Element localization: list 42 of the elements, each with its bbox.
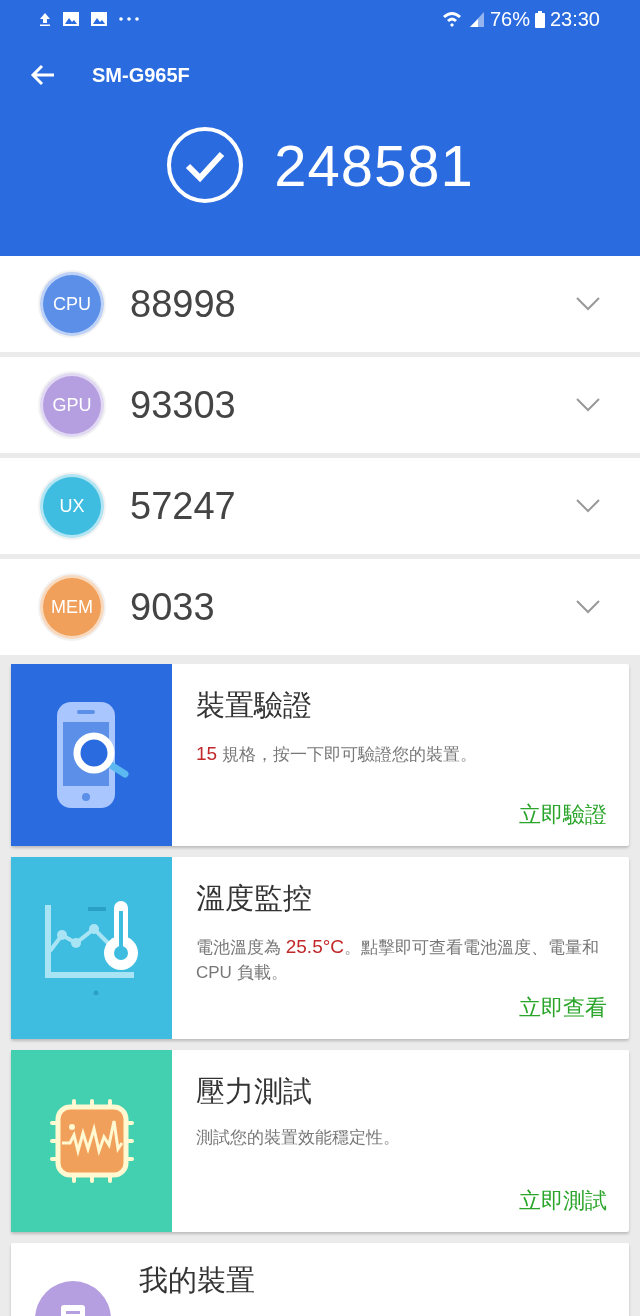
image-icon <box>90 11 108 27</box>
category-badge: MEM <box>40 575 104 639</box>
card-description: 測試您的裝置效能穩定性。 <box>196 1127 400 1149</box>
feature-card[interactable]: 我的裝置 <box>11 1243 629 1316</box>
chart-thermometer-icon <box>43 901 140 995</box>
more-icon <box>118 16 140 22</box>
category-badge: CPU <box>40 272 104 336</box>
device-icon <box>35 1281 111 1316</box>
expand-chevron-icon[interactable] <box>576 600 600 614</box>
score-value: 93303 <box>130 383 237 427</box>
score-value: 57247 <box>130 484 237 528</box>
score-row[interactable]: MEM 9033 <box>0 559 640 655</box>
feature-card[interactable]: 溫度監控 電池溫度為 25.5°C。點擊即可查看電池溫度、電量和 CPU 負載。 立即查看 <box>11 857 629 1039</box>
card-title: 壓力測試 <box>196 1074 312 1109</box>
expand-chevron-icon[interactable] <box>576 398 600 412</box>
card-description: 電池溫度為 25.5°C。點擊即可查看電池溫度、電量和 CPU 負載。 <box>196 935 601 984</box>
feature-card[interactable]: 裝置驗證 15 規格，按一下即可驗證您的裝置。 立即驗證 <box>11 664 629 846</box>
image-icon <box>62 11 80 27</box>
card-description: 15 規格，按一下即可驗證您的裝置。 <box>196 742 477 766</box>
signal-icon <box>468 11 485 27</box>
card-title: 裝置驗證 <box>196 688 312 723</box>
category-badge: UX <box>40 474 104 538</box>
expand-chevron-icon[interactable] <box>576 297 600 311</box>
check-circle-icon <box>166 126 245 204</box>
score-row[interactable]: CPU 88998 <box>0 256 640 352</box>
battery-icon <box>534 10 545 28</box>
back-icon[interactable] <box>30 64 56 86</box>
score-value: 9033 <box>130 585 216 629</box>
total-score: 248581 <box>274 131 474 199</box>
score-row[interactable]: GPU 93303 <box>0 357 640 453</box>
card-title: 溫度監控 <box>196 881 312 916</box>
wifi-icon <box>441 11 464 27</box>
expand-chevron-icon[interactable] <box>576 499 600 513</box>
card-title: 我的裝置 <box>139 1265 255 1297</box>
category-badge: GPU <box>40 373 104 437</box>
clock: 23:30 <box>549 7 600 31</box>
device-title: SM-G965F <box>92 63 190 87</box>
upload-icon <box>38 12 52 26</box>
feature-card[interactable]: 壓力測試 測試您的裝置效能穩定性。 立即測試 <box>11 1050 629 1232</box>
battery-percentage: 76% <box>489 7 530 31</box>
score-value: 88998 <box>130 282 237 326</box>
score-row[interactable]: UX 57247 <box>0 458 640 554</box>
